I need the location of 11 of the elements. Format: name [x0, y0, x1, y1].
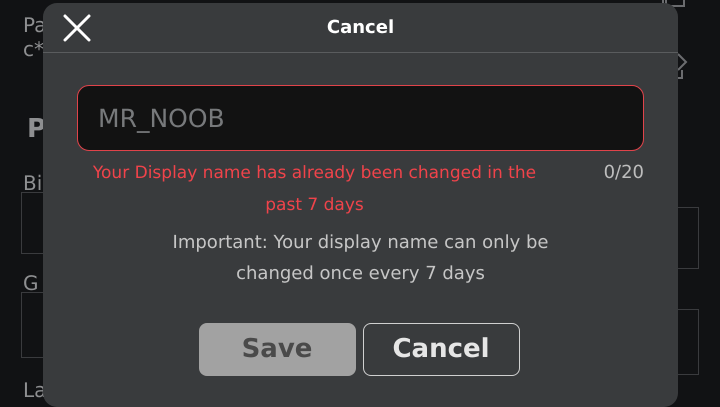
close-button[interactable]: [62, 13, 92, 43]
field-label: Bi: [23, 172, 42, 194]
display-name-field[interactable]: MR_NOOB: [77, 85, 644, 151]
dialog-title: Cancel: [326, 16, 394, 40]
field-label: G: [23, 272, 38, 294]
cancel-button[interactable]: Cancel: [362, 323, 520, 376]
field-label: c*: [23, 38, 44, 60]
error-message: Your Display name has already been changed in the past 7 days: [92, 162, 538, 217]
character-counter: 0/20: [604, 161, 644, 185]
note-text: Important: Your display name can only be changed once every 7 days: [172, 231, 550, 286]
close-icon: [63, 14, 91, 42]
